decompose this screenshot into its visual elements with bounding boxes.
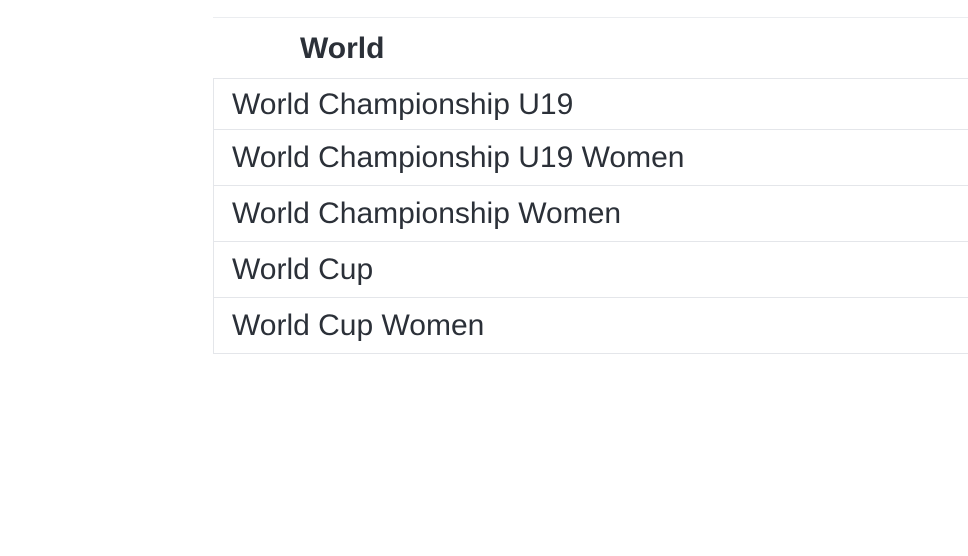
list-item-world-championship-u19-women[interactable]: World Championship U19 Women bbox=[214, 130, 968, 186]
section-title: World bbox=[300, 32, 385, 65]
list-item-world-championship-u19[interactable]: World Championship U19 bbox=[214, 79, 968, 130]
list-item-world-championship-women[interactable]: World Championship Women bbox=[214, 186, 968, 242]
section-header: World bbox=[213, 18, 968, 79]
competition-list: World Championship U19 World Championshi… bbox=[213, 79, 968, 354]
list-item-world-cup[interactable]: World Cup bbox=[214, 242, 968, 298]
list-item-world-cup-women[interactable]: World Cup Women bbox=[214, 298, 968, 354]
